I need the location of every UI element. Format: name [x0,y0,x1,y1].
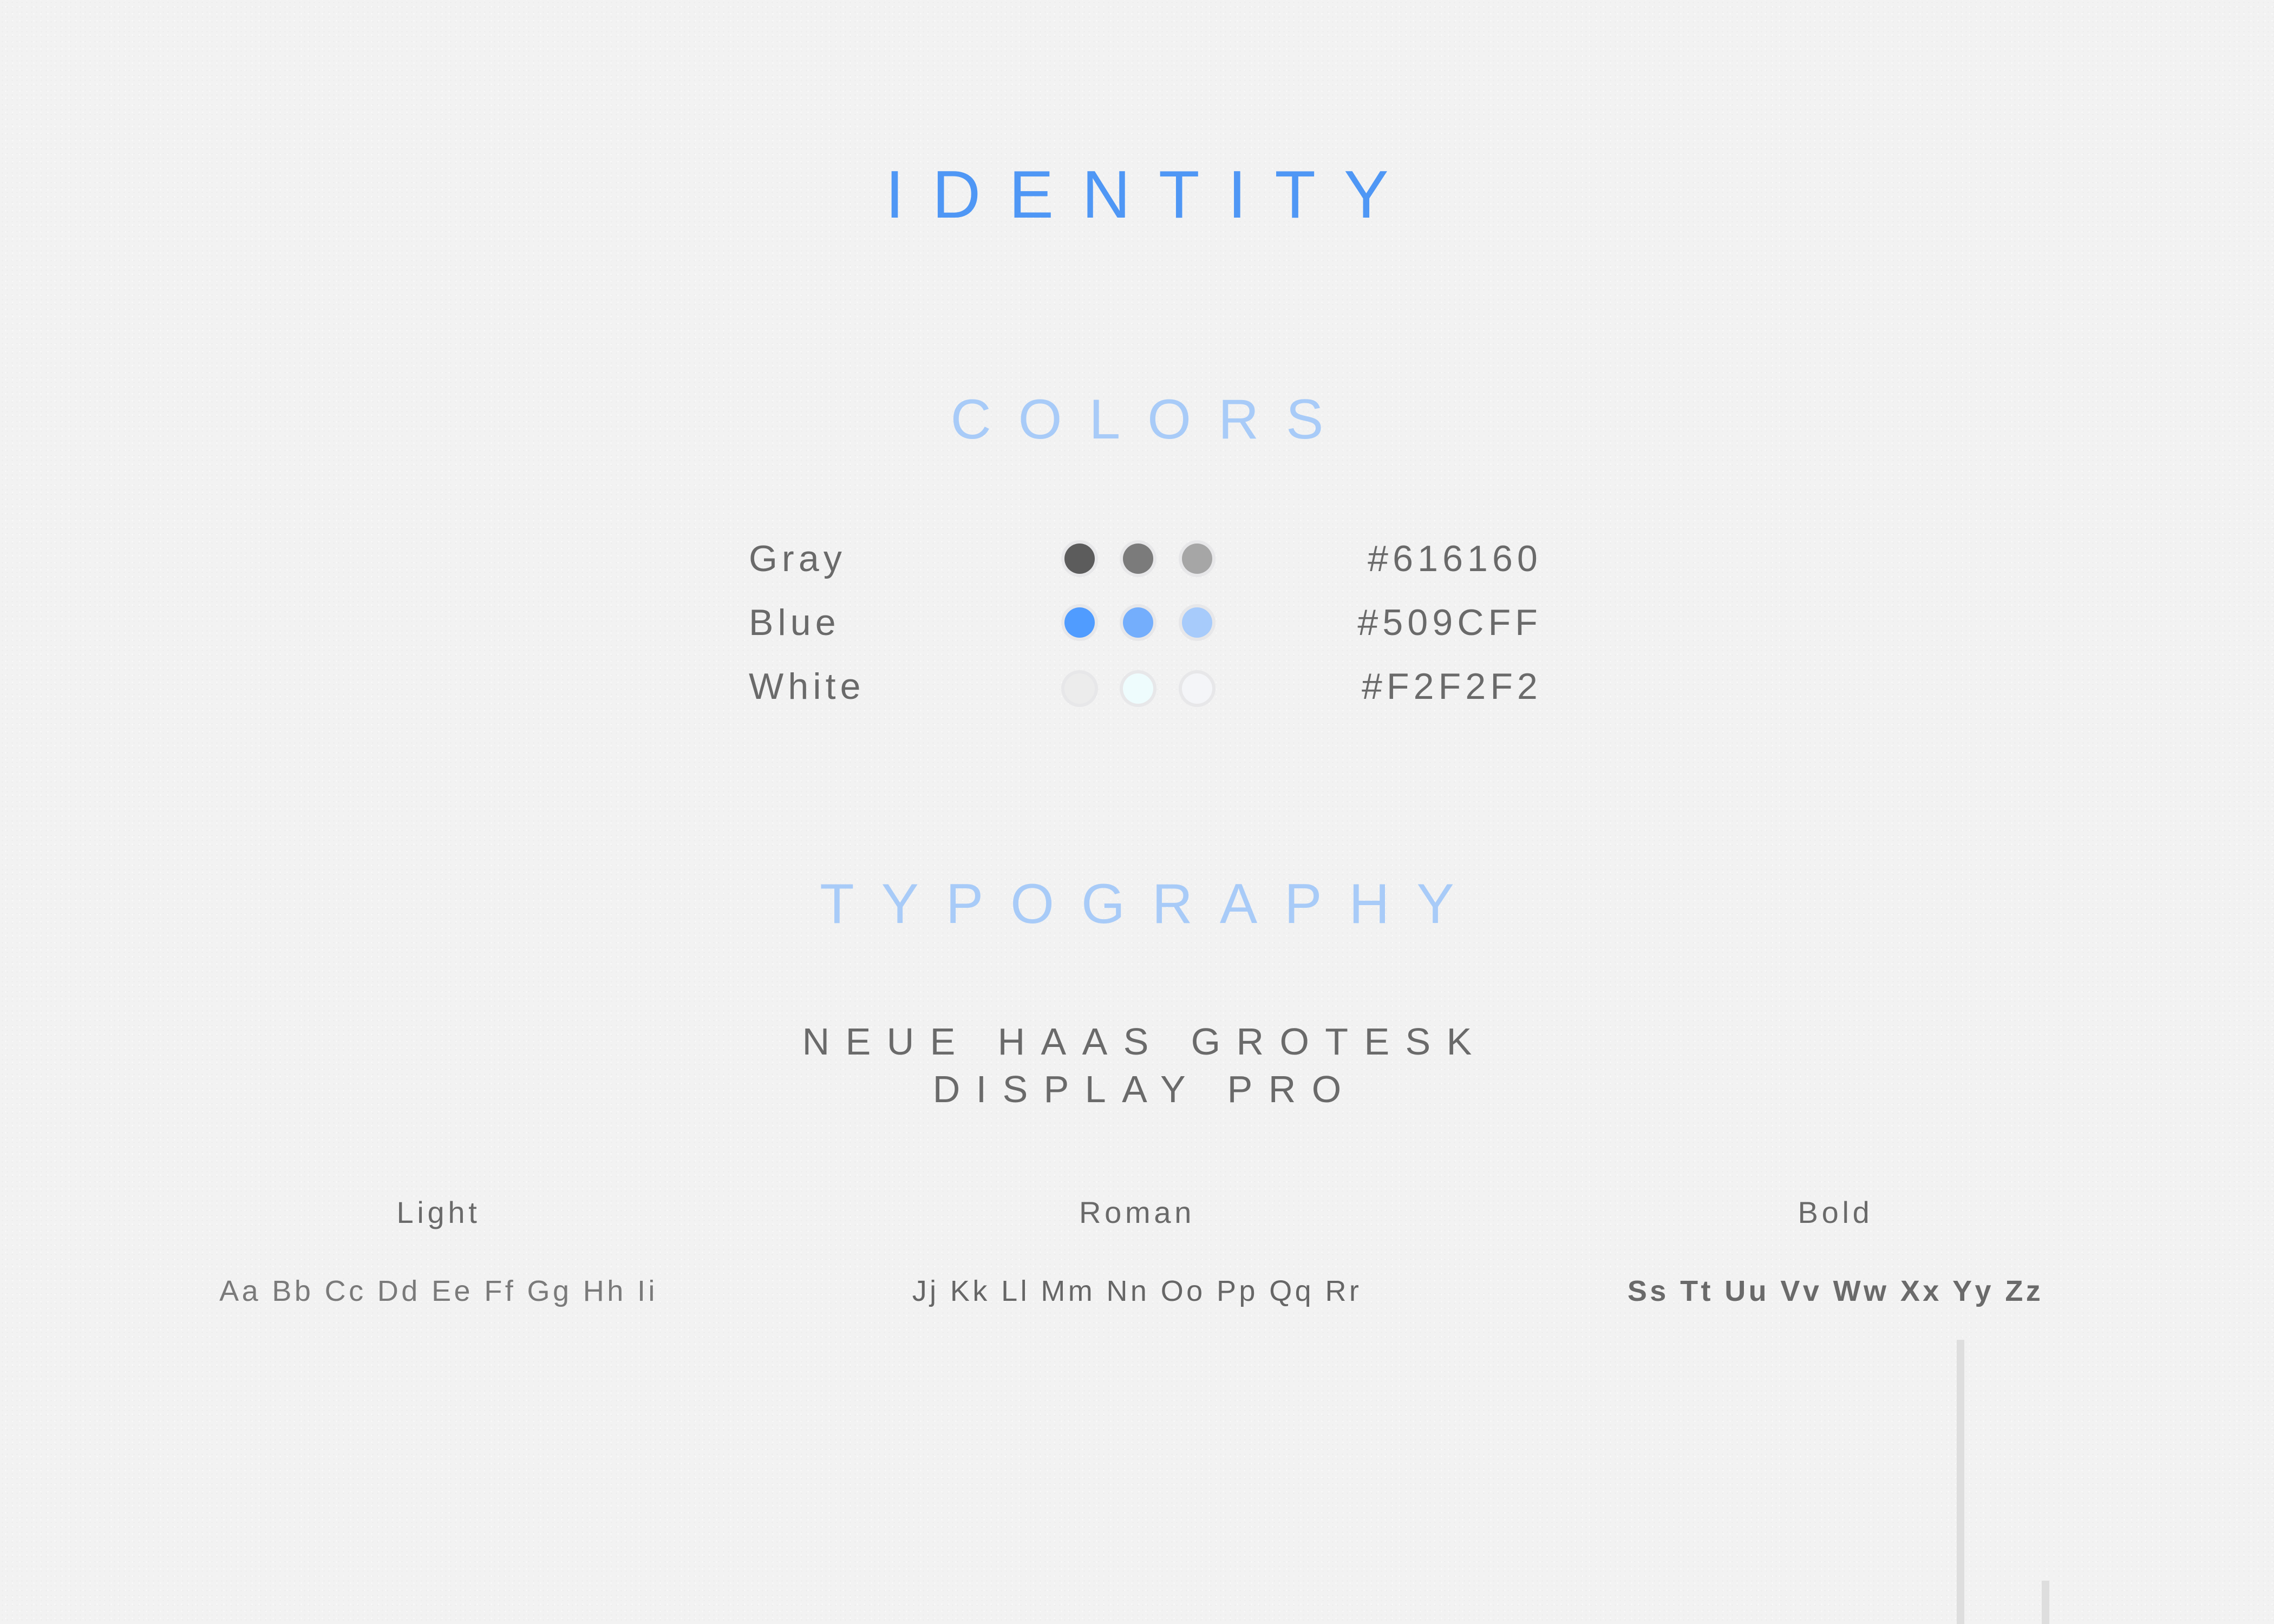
page-title: IDENTITY [885,158,1417,232]
sample-light: Aa Bb Cc Dd Ee Ff Gg Hh Ii [219,1275,658,1307]
color-hex: #616160 [1368,538,1542,579]
sample-roman: Jj Kk Ll Mm Nn Oo Pp Qq Rr [912,1275,1362,1307]
decorative-line [1957,1340,1964,1624]
weight-label-light: Light [396,1195,481,1229]
swatch-dark [1064,543,1095,574]
color-row-white: White #F2F2F2 [0,659,2274,719]
swatch-medium [1123,673,1153,704]
swatch-medium [1123,607,1153,638]
swatch-dark [1064,607,1095,638]
decorative-line [2042,1581,2049,1624]
font-name-line-1: NEUE HAAS GROTESK [802,1020,1488,1063]
weight-label-roman: Roman [1079,1195,1195,1229]
color-name: Gray [749,538,846,579]
swatch-dark [1064,673,1095,704]
font-name-line-2: DISPLAY PRO [932,1068,1357,1110]
color-hex: #F2F2F2 [1361,666,1542,707]
font-name: NEUE HAAS GROTESK DISPLAY PRO [0,1018,2274,1113]
color-row-blue: Blue #509CFF [0,595,2274,655]
weight-label-bold: Bold [1798,1195,1873,1229]
swatch-light [1182,543,1212,574]
color-name: White [749,666,865,707]
color-row-gray: Gray #616160 [0,532,2274,591]
swatch-light [1182,607,1212,638]
swatch-medium [1123,543,1153,574]
sample-bold: Ss Tt Uu Vv Ww Xx Yy Zz [1627,1275,2044,1307]
color-hex: #509CFF [1357,602,1542,643]
colors-section-title: COLORS [950,388,1351,451]
color-name: Blue [749,602,840,643]
typography-section-title: TYPOGRAPHY [820,873,1481,935]
swatch-light [1182,673,1212,704]
